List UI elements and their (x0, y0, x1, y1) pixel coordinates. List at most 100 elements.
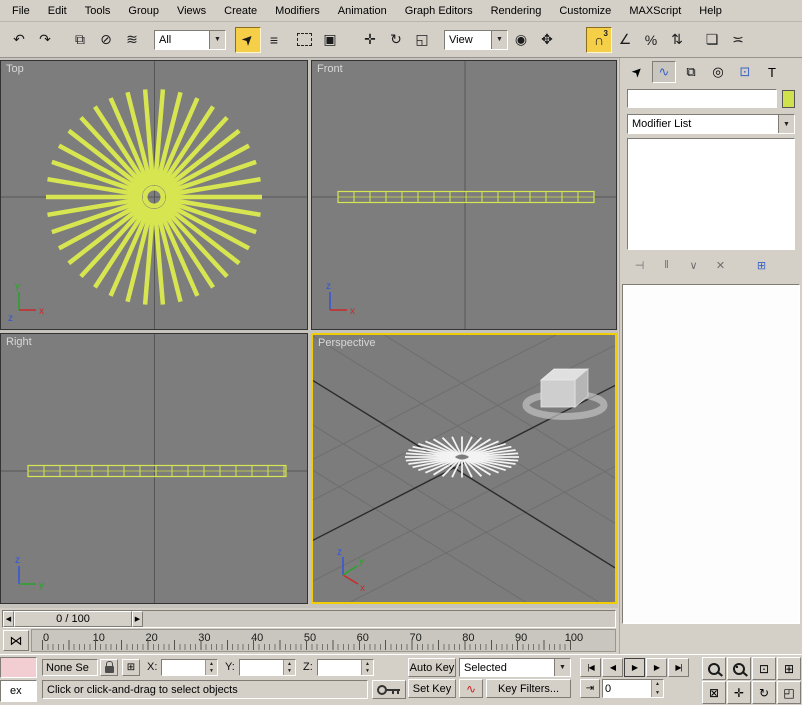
go-to-start-icon[interactable]: |◀ (580, 658, 601, 677)
remove-modifier-icon[interactable]: ✕ (708, 255, 733, 275)
tab-modify[interactable]: ∿ (652, 61, 676, 83)
menu-file[interactable]: File (3, 2, 39, 20)
unlink-selection-icon[interactable]: ⊘ (93, 27, 119, 53)
menu-views[interactable]: Views (168, 2, 215, 20)
pin-stack-icon[interactable]: ⊣ (627, 255, 652, 275)
viewport-right[interactable]: z y Right (0, 333, 308, 604)
previous-frame-icon[interactable]: ◀ (602, 658, 623, 677)
spinner-arrows-icon[interactable]: ▲▼ (205, 660, 217, 675)
open-mini-curve-editor-icon[interactable]: ⋈ (3, 630, 29, 651)
tab-display[interactable]: ⊡ (733, 61, 757, 83)
reference-coordinate-system-dropdown[interactable]: View ▼ (444, 30, 508, 50)
pan-view-icon[interactable]: ✛ (727, 681, 751, 704)
rectangular-selection-region-icon[interactable] (291, 27, 317, 53)
modifier-list-dropdown[interactable]: Modifier List ▼ (627, 114, 795, 134)
viewport-label[interactable]: Front (317, 63, 343, 75)
menu-customize[interactable]: Customize (550, 2, 620, 20)
select-and-link-icon[interactable]: ⧉ (67, 27, 93, 53)
zoom-all-icon[interactable] (727, 657, 751, 680)
time-slider-thumb[interactable]: 0 / 100 (14, 611, 132, 627)
menu-help[interactable]: Help (690, 2, 731, 20)
track-bar-ruler[interactable]: 0 10 20 30 40 50 60 70 80 90 100 (31, 629, 616, 652)
viewport-label[interactable]: Right (6, 336, 32, 348)
viewport-label[interactable]: Top (6, 63, 24, 75)
viewport-top[interactable]: y x z Top (0, 60, 308, 330)
key-mode-toggle-icon[interactable]: ⇥ (580, 679, 600, 698)
zoom-extents-icon[interactable]: ⊡ (752, 657, 776, 680)
spinner-arrows-icon[interactable]: ▲▼ (283, 660, 295, 675)
current-frame-field[interactable]: ▲▼ (602, 679, 664, 698)
spinner-arrows-icon[interactable]: ▲▼ (361, 660, 373, 675)
show-end-result-icon[interactable]: ‖ (654, 255, 679, 275)
undo-icon[interactable]: ↶ (6, 27, 32, 53)
menu-create[interactable]: Create (215, 2, 266, 20)
key-mode-dropdown[interactable]: Selected ▼ (459, 658, 571, 677)
tab-create[interactable]: ➤ (625, 61, 649, 83)
chevron-down-icon[interactable]: ▼ (554, 659, 570, 676)
object-name-field[interactable] (627, 89, 777, 108)
menu-rendering[interactable]: Rendering (482, 2, 551, 20)
tab-utilities[interactable]: T (760, 61, 784, 83)
menu-modifiers[interactable]: Modifiers (266, 2, 329, 20)
make-unique-icon[interactable]: ∨ (681, 255, 706, 275)
tab-motion[interactable]: ◎ (706, 61, 730, 83)
object-color-swatch[interactable] (782, 90, 795, 108)
spinner-arrows-icon[interactable]: ▲▼ (651, 680, 663, 697)
viewport-perspective-active[interactable]: z x y Perspective (311, 333, 617, 604)
key-filters-button[interactable]: Key Filters... (486, 679, 571, 698)
viewport-front[interactable]: z x Front (311, 60, 617, 330)
named-selection-sets-icon[interactable]: ❏ (699, 27, 725, 53)
tab-hierarchy[interactable]: ⧉ (679, 61, 703, 83)
absolute-mode-transform-icon[interactable]: ⊞ (122, 659, 140, 676)
bind-to-spacewarp-icon[interactable]: ≋ (119, 27, 145, 53)
menu-group[interactable]: Group (119, 2, 168, 20)
arc-rotate-icon[interactable]: ↻ (752, 681, 776, 704)
maxscript-mini-listener[interactable]: ex (0, 680, 37, 702)
select-object-icon[interactable]: ➤ (235, 27, 261, 53)
set-key-button[interactable]: Set Key (408, 679, 456, 698)
zoom-region-icon[interactable]: ⊠ (702, 681, 726, 704)
z-coordinate-field[interactable]: ▲▼ (317, 659, 374, 676)
default-tangents-icon[interactable]: ∿ (459, 679, 483, 698)
angle-snap-icon[interactable]: ∠ (612, 27, 638, 53)
chevron-down-icon[interactable]: ▼ (491, 31, 507, 49)
window-crossing-icon[interactable]: ▣ (317, 27, 343, 53)
select-and-scale-icon[interactable]: ◱ (409, 27, 435, 53)
y-coordinate-field[interactable]: ▲▼ (239, 659, 296, 676)
next-frame-arrow-icon[interactable]: ▶ (132, 611, 143, 627)
align-icon[interactable]: ≍ (725, 27, 751, 53)
auto-key-button[interactable]: Auto Key (408, 658, 456, 677)
go-to-end-icon[interactable]: ▶| (668, 658, 689, 677)
menu-maxscript[interactable]: MAXScript (620, 2, 690, 20)
chevron-down-icon[interactable]: ▼ (209, 31, 225, 49)
redo-icon[interactable]: ↷ (32, 27, 58, 53)
menu-edit[interactable]: Edit (39, 2, 76, 20)
menu-tools[interactable]: Tools (76, 2, 120, 20)
macro-recorder-pane[interactable] (0, 657, 37, 678)
percent-snap-icon[interactable]: % (638, 27, 664, 53)
selection-lock-icon[interactable] (100, 659, 118, 676)
previous-frame-arrow-icon[interactable]: ◀ (3, 611, 14, 627)
play-animation-icon[interactable]: ▶ (624, 658, 645, 677)
next-frame-icon[interactable]: ▶ (646, 658, 667, 677)
viewport-label[interactable]: Perspective (318, 337, 375, 349)
set-keys-key-icon[interactable] (372, 680, 406, 699)
time-slider-track[interactable]: ◀ 0 / 100 ▶ (2, 610, 616, 628)
snaps-toggle-icon[interactable]: ∩3 (586, 27, 612, 53)
modifier-stack-list[interactable] (627, 138, 795, 250)
configure-modifier-sets-icon[interactable]: ⊞ (749, 255, 774, 275)
select-and-move-icon[interactable]: ✛ (357, 27, 383, 53)
select-by-name-icon[interactable]: ≡ (261, 27, 287, 53)
select-and-rotate-icon[interactable]: ↻ (383, 27, 409, 53)
zoom-icon[interactable] (702, 657, 726, 680)
spinner-snap-icon[interactable]: ⇅ (664, 27, 690, 53)
menu-graph-editors[interactable]: Graph Editors (396, 2, 482, 20)
zoom-extents-all-icon[interactable]: ⊞ (777, 657, 801, 680)
x-coordinate-field[interactable]: ▲▼ (161, 659, 218, 676)
maximize-viewport-toggle-icon[interactable]: ◰ (777, 681, 801, 704)
select-and-manipulate-icon[interactable]: ✥ (534, 27, 560, 53)
selection-filter-dropdown[interactable]: All ▼ (154, 30, 226, 50)
chevron-down-icon[interactable]: ▼ (778, 115, 794, 133)
menu-animation[interactable]: Animation (329, 2, 396, 20)
use-pivot-center-icon[interactable]: ◉ (508, 27, 534, 53)
